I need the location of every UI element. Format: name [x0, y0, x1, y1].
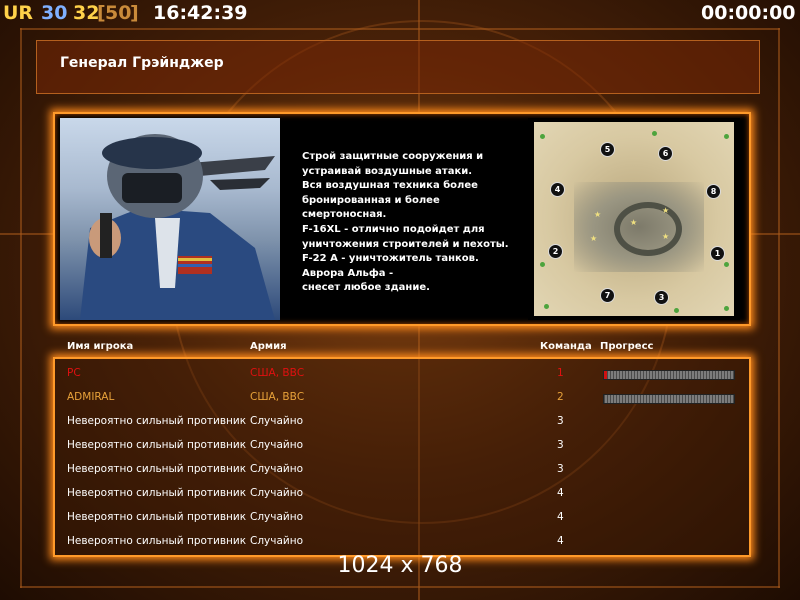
star-icon: ★	[662, 206, 670, 215]
star-icon: ★	[590, 234, 598, 243]
player-row[interactable]: Невероятно сильный противник Случайно 3	[0, 437, 800, 457]
star-icon: ★	[630, 218, 638, 227]
player-team[interactable]: 4	[557, 535, 564, 547]
player-army[interactable]: США, ВВС	[250, 391, 304, 403]
progress-bar	[603, 394, 735, 404]
player-name[interactable]: Невероятно сильный противник	[67, 511, 246, 523]
spawn-marker[interactable]: 6	[658, 146, 673, 161]
status-bar: UR 30 32 [ 50 ] 16:42:39 00:00:00	[0, 0, 800, 26]
player-team[interactable]: 4	[557, 487, 564, 499]
player-army[interactable]: Случайно	[250, 415, 303, 427]
spawn-marker[interactable]: 8	[706, 184, 721, 199]
player-army[interactable]: Случайно	[250, 487, 303, 499]
player-row[interactable]: Невероятно сильный противник Случайно 4	[0, 533, 800, 553]
player-row[interactable]: Невероятно сильный противник Случайно 3	[0, 461, 800, 481]
minimap[interactable]: ★ ★ ★ ★ ★ 5 6 4 8 2 1 7 3	[528, 118, 740, 320]
player-team[interactable]: 3	[557, 463, 564, 475]
tree-icon	[540, 134, 545, 139]
player-row[interactable]: PC США, ВВС 1	[0, 365, 800, 385]
player-name[interactable]: Невероятно сильный противник	[67, 535, 246, 547]
clock: 16:42:39	[153, 2, 248, 24]
spawn-marker[interactable]: 5	[600, 142, 615, 157]
player-team[interactable]: 3	[557, 415, 564, 427]
tree-icon	[544, 304, 549, 309]
player-team[interactable]: 4	[557, 511, 564, 523]
spawn-marker[interactable]: 2	[548, 244, 563, 259]
general-portrait	[60, 118, 280, 320]
tree-icon	[674, 308, 679, 313]
column-header-progress: Прогресс	[600, 341, 654, 352]
bracket-close: ]	[130, 2, 139, 24]
stat-value-1: 30	[41, 2, 68, 24]
star-icon: ★	[662, 232, 670, 241]
player-army[interactable]: Случайно	[250, 463, 303, 475]
player-row[interactable]: Невероятно сильный противник Случайно 4	[0, 485, 800, 505]
match-timer: 00:00:00	[701, 2, 796, 24]
player-army[interactable]: Случайно	[250, 535, 303, 547]
stat-value-3: 50	[105, 2, 132, 24]
column-header-army: Армия	[250, 341, 287, 352]
spawn-marker[interactable]: 4	[550, 182, 565, 197]
column-header-name: Имя игрока	[67, 341, 134, 352]
tree-icon	[724, 134, 729, 139]
player-name[interactable]: Невероятно сильный противник	[67, 487, 246, 499]
stat-value-2: 32	[73, 2, 100, 24]
player-row[interactable]: Невероятно сильный противник Случайно 3	[0, 413, 800, 433]
player-row[interactable]: Невероятно сильный противник Случайно 4	[0, 509, 800, 529]
player-army[interactable]: Случайно	[250, 511, 303, 523]
star-icon: ★	[594, 210, 602, 219]
spawn-marker[interactable]: 7	[600, 288, 615, 303]
tree-icon	[652, 131, 657, 136]
progress-bar	[603, 370, 735, 380]
ur-label: UR	[3, 2, 34, 24]
player-army[interactable]: Случайно	[250, 439, 303, 451]
resolution-label: 1024 x 768	[337, 553, 463, 578]
player-row[interactable]: ADMIRAL США, ВВС 2	[0, 389, 800, 409]
player-team[interactable]: 2	[557, 391, 564, 403]
general-portrait-image	[80, 134, 275, 320]
player-name[interactable]: Невероятно сильный противник	[67, 415, 246, 427]
page-title: Генерал Грэйнджер	[60, 55, 224, 71]
player-army[interactable]: США, ВВС	[250, 367, 304, 379]
column-header-team: Команда	[540, 341, 592, 352]
player-team[interactable]: 3	[557, 439, 564, 451]
minimap-ring-road	[614, 202, 682, 256]
spawn-marker[interactable]: 1	[710, 246, 725, 261]
briefing-text: Строй защитные сооружения и устраивай во…	[302, 151, 509, 294]
progress-fill	[604, 371, 607, 379]
player-team[interactable]: 1	[557, 367, 564, 379]
tree-icon	[724, 262, 729, 267]
player-name[interactable]: ADMIRAL	[67, 391, 114, 403]
minimap-terrain: ★ ★ ★ ★ ★ 5 6 4 8 2 1 7 3	[534, 122, 734, 316]
spawn-marker[interactable]: 3	[654, 290, 669, 305]
player-name[interactable]: Невероятно сильный противник	[67, 463, 246, 475]
tree-icon	[540, 262, 545, 267]
frame-line-bottom	[20, 586, 780, 588]
player-name[interactable]: Невероятно сильный противник	[67, 439, 246, 451]
player-name[interactable]: PC	[67, 367, 81, 379]
tree-icon	[724, 306, 729, 311]
